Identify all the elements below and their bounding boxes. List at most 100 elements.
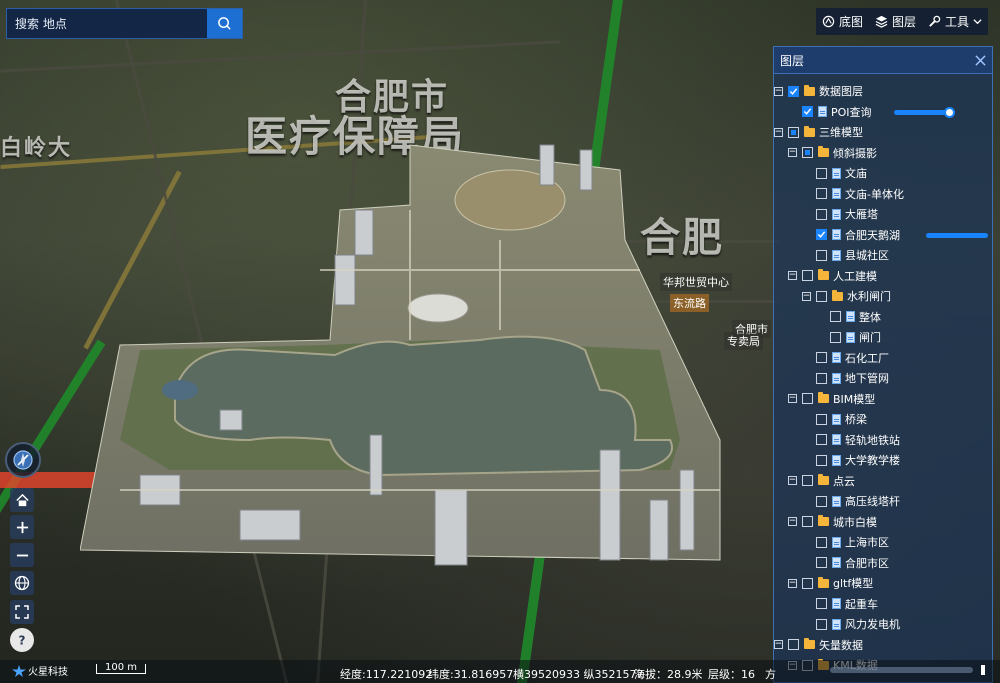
layer-node[interactable]: − 数据图层 xyxy=(774,81,863,101)
layer-node[interactable]: 桥梁 xyxy=(802,409,867,429)
layer-checkbox[interactable] xyxy=(816,290,827,302)
file-icon xyxy=(832,413,841,425)
expand-toggle-icon[interactable]: − xyxy=(774,127,783,137)
layer-checkbox[interactable] xyxy=(802,516,813,527)
expand-toggle-icon[interactable]: − xyxy=(774,640,783,649)
panel-horizontal-scrollbar[interactable] xyxy=(830,667,973,673)
layer-node[interactable]: 整体 xyxy=(816,307,881,327)
layer-checkbox[interactable] xyxy=(802,475,813,486)
layer-checkbox[interactable] xyxy=(816,352,827,363)
layer-node[interactable]: 合肥市区 xyxy=(802,553,889,573)
layer-node[interactable]: 大学教学楼 xyxy=(802,450,900,470)
layer-checkbox[interactable] xyxy=(816,454,827,466)
layer-node[interactable]: 大雁塔 xyxy=(802,204,878,224)
expand-toggle-icon[interactable]: − xyxy=(788,578,797,588)
expand-toggle-icon[interactable]: − xyxy=(774,86,783,96)
layers-button[interactable]: 图层 xyxy=(875,13,916,30)
layer-node[interactable]: − 三维模型 xyxy=(774,122,863,142)
layer-node[interactable]: − BIM模型 xyxy=(788,389,875,409)
fullscreen-button[interactable] xyxy=(10,600,34,624)
expand-toggle-icon[interactable]: − xyxy=(788,148,797,157)
close-icon[interactable] xyxy=(975,54,986,66)
layer-checkbox[interactable] xyxy=(816,536,827,548)
layer-node[interactable]: 高压线塔杆 xyxy=(802,491,900,511)
layer-checkbox[interactable] xyxy=(802,147,813,158)
layer-checkbox[interactable] xyxy=(830,311,841,322)
layer-node[interactable]: − 水利闸门 xyxy=(802,286,891,306)
layer-checkbox[interactable] xyxy=(788,126,799,138)
layer-node[interactable]: 石化工厂 xyxy=(802,348,889,368)
layer-checkbox[interactable] xyxy=(816,372,827,384)
file-icon xyxy=(832,167,841,179)
layer-node[interactable]: − 点云 xyxy=(788,471,855,491)
layer-label: 矢量数据 xyxy=(819,638,863,652)
level-readout: 层级：16 xyxy=(708,668,755,681)
opacity-slider-knob[interactable] xyxy=(943,106,955,118)
layer-checkbox[interactable] xyxy=(816,434,827,445)
layer-node[interactable]: − gltf模型 xyxy=(788,573,873,593)
layer-checkbox[interactable] xyxy=(802,393,813,404)
layer-node[interactable]: 文庙 xyxy=(802,163,867,183)
layer-checkbox[interactable] xyxy=(816,495,827,507)
opacity-slider[interactable] xyxy=(894,109,950,115)
file-icon xyxy=(832,249,841,261)
expand-toggle-icon[interactable]: − xyxy=(788,476,797,485)
layer-checkbox[interactable] xyxy=(816,618,827,630)
search-button[interactable] xyxy=(207,9,242,38)
layer-checkbox[interactable] xyxy=(788,85,799,97)
layer-label: 石化工厂 xyxy=(845,351,889,365)
layer-node[interactable]: − 矢量数据 xyxy=(774,635,863,655)
layer-label: 合肥天鹅湖 xyxy=(845,228,900,242)
layer-checkbox[interactable] xyxy=(816,188,827,199)
layer-node[interactable]: 合肥天鹅湖 xyxy=(802,225,900,245)
zoom-in-button[interactable] xyxy=(10,515,34,539)
layer-checkbox[interactable] xyxy=(802,577,813,589)
expand-toggle-icon[interactable]: − xyxy=(788,394,797,403)
layer-checkbox[interactable] xyxy=(816,167,827,179)
layers-icon xyxy=(875,15,888,28)
compass-button[interactable] xyxy=(5,442,41,478)
search-input[interactable] xyxy=(7,9,207,38)
globe-button[interactable] xyxy=(10,571,34,595)
latitude-readout: 纬度:31.816957 xyxy=(428,668,514,681)
layer-checkbox[interactable] xyxy=(816,208,827,220)
layer-checkbox[interactable] xyxy=(816,249,827,261)
layer-node[interactable]: − 城市白模 xyxy=(788,512,877,532)
layer-label: BIM模型 xyxy=(833,392,876,406)
layer-node[interactable]: POI查询 xyxy=(788,102,872,122)
panel-scrollbar-thumb[interactable] xyxy=(981,665,985,675)
zoom-out-button[interactable] xyxy=(10,543,34,567)
layer-checkbox[interactable] xyxy=(816,413,827,425)
tools-button[interactable]: 工具 xyxy=(928,13,982,30)
layer-node[interactable]: − 倾斜摄影 xyxy=(788,143,877,163)
layer-node[interactable]: 文庙-单体化 xyxy=(802,184,904,204)
expand-toggle-icon[interactable]: − xyxy=(788,271,797,280)
file-icon xyxy=(832,618,841,630)
layer-checkbox[interactable] xyxy=(816,557,827,568)
layer-node[interactable]: 风力发电机 xyxy=(802,614,900,634)
expand-toggle-icon[interactable]: − xyxy=(788,517,797,526)
file-icon xyxy=(832,372,841,384)
expand-toggle-icon[interactable]: − xyxy=(802,291,811,301)
layer-node[interactable]: 上海市区 xyxy=(802,532,889,552)
help-button[interactable]: ? xyxy=(10,628,34,652)
search-icon xyxy=(218,17,231,30)
oblique-photo-model[interactable] xyxy=(80,140,730,580)
layer-node[interactable]: 闸门 xyxy=(816,327,881,347)
opacity-slider[interactable] xyxy=(926,232,988,238)
layer-checkbox[interactable] xyxy=(816,229,827,240)
layer-label: 桥梁 xyxy=(845,413,867,426)
layer-checkbox[interactable] xyxy=(788,639,799,650)
layer-node[interactable]: 轻轨地铁站 xyxy=(802,430,900,450)
layer-checkbox[interactable] xyxy=(802,106,813,117)
layer-node[interactable]: − 人工建模 xyxy=(788,266,877,286)
file-icon xyxy=(832,352,841,363)
basemap-button[interactable]: 底图 xyxy=(822,13,863,30)
home-button[interactable] xyxy=(10,488,34,512)
layer-checkbox[interactable] xyxy=(802,270,813,281)
layer-node[interactable]: 县城社区 xyxy=(802,245,889,265)
layer-checkbox[interactable] xyxy=(816,598,827,609)
layer-node[interactable]: 地下管网 xyxy=(802,368,889,388)
layer-node[interactable]: 起重车 xyxy=(802,594,878,614)
layer-checkbox[interactable] xyxy=(830,331,841,343)
